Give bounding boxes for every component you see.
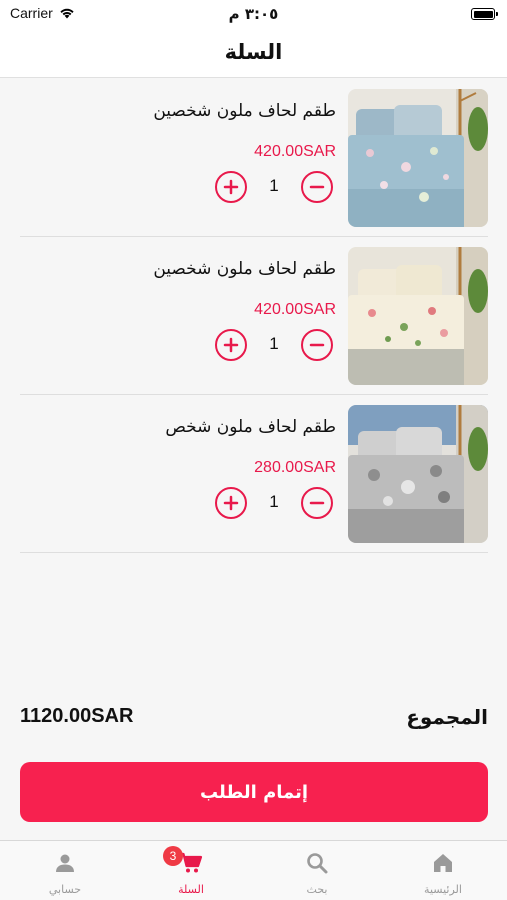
product-price: 280.00SAR [254,459,336,476]
increase-quantity-button[interactable] [215,171,247,203]
plus-icon [223,337,239,353]
cart-badge: 3 [163,846,183,866]
home-icon [431,851,455,875]
quantity-stepper: 1 [215,487,333,519]
minus-icon [309,501,325,505]
total-amount: 1120.00SAR [20,705,134,727]
quantity-stepper: 1 [215,329,333,361]
quantity-value: 1 [269,334,279,353]
tab-home[interactable]: الرئيسية [380,841,506,900]
product-image[interactable] [348,247,488,385]
person-icon [53,851,77,875]
battery-icon [471,8,498,20]
increase-quantity-button[interactable] [215,329,247,361]
product-price: 420.00SAR [254,301,336,318]
tab-account[interactable]: حسابي [2,841,128,900]
tab-bar: الرئيسية بحث السلة 3 حسابي [0,840,507,900]
product-name: طقم لحاف ملون شخصين [153,259,336,279]
total-label: المجموع [406,705,488,729]
tab-cart[interactable]: السلة [128,841,254,900]
navigation-bar: السلة [0,30,507,78]
minus-icon [309,343,325,347]
search-icon [305,851,329,875]
quantity-value: 1 [269,492,279,511]
status-time: ٣:٠٥ م [228,5,279,23]
page-title: السلة [224,40,283,64]
status-bar: Carrier ٣:٠٥ م [0,0,507,30]
cart-list: طقم لحاف ملون شخصين 420.00SAR 1 طقم لحاف… [20,79,488,553]
tab-label: بحث [306,883,328,896]
quantity-stepper: 1 [215,171,333,203]
decrease-quantity-button[interactable] [301,329,333,361]
tab-search[interactable]: بحث [254,841,380,900]
decrease-quantity-button[interactable] [301,487,333,519]
quantity-value: 1 [269,176,279,195]
cart-item: طقم لحاف ملون شخص 280.00SAR 1 [20,395,488,553]
increase-quantity-button[interactable] [215,487,247,519]
cart-item: طقم لحاف ملون شخصين 420.00SAR 1 [20,237,488,395]
tab-label: حسابي [48,883,82,896]
plus-icon [223,179,239,195]
product-image[interactable] [348,89,488,227]
minus-icon [309,185,325,189]
product-name: طقم لحاف ملون شخصين [153,101,336,121]
cart-item: طقم لحاف ملون شخصين 420.00SAR 1 [20,79,488,237]
tab-label: السلة [178,883,204,896]
product-price: 420.00SAR [254,143,336,160]
product-image[interactable] [348,405,488,543]
product-name: طقم لحاف ملون شخص [165,417,336,437]
checkout-button[interactable]: إتمام الطلب [20,762,488,822]
plus-icon [223,495,239,511]
decrease-quantity-button[interactable] [301,171,333,203]
cart-total: 1120.00SAR المجموع [20,703,488,735]
tab-label: الرئيسية [424,883,462,896]
